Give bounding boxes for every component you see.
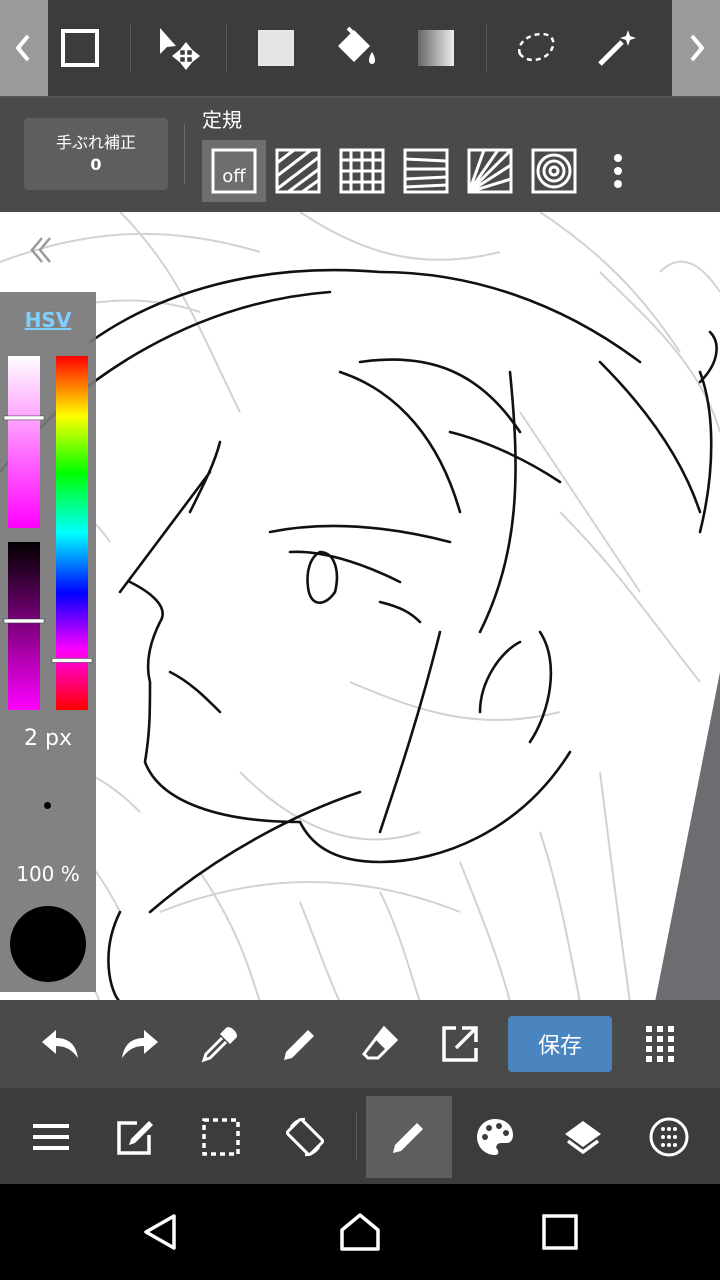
chevron-left-icon: [15, 34, 30, 62]
toolbar-scroll-right-button[interactable]: [672, 0, 720, 96]
move-tool[interactable]: [140, 0, 220, 96]
bucket-tool[interactable]: [316, 0, 396, 96]
fill-rectangle-tool[interactable]: [236, 0, 316, 96]
undo-icon: [42, 1030, 78, 1058]
grid-ruler-icon: [339, 148, 385, 194]
brush-opacity-label[interactable]: 100 %: [0, 862, 96, 886]
toolbar-divider: [226, 24, 227, 72]
toolbar-divider: [130, 24, 131, 72]
concentric-ruler-button[interactable]: [522, 140, 586, 202]
concentric-ruler-icon: [531, 148, 577, 194]
lasso-tool[interactable]: [496, 0, 576, 96]
more-vertical-icon: [614, 154, 622, 188]
rotate-button[interactable]: [262, 1096, 348, 1178]
canvas-collapse-arrow[interactable]: [26, 234, 54, 270]
parallel-ruler-button[interactable]: [266, 140, 330, 202]
edit-button[interactable]: [92, 1096, 178, 1178]
export-icon: [442, 1026, 478, 1062]
material-icon: [649, 1117, 689, 1157]
perspective-ruler-button[interactable]: [394, 140, 458, 202]
radial-ruler-button[interactable]: [458, 140, 522, 202]
save-button[interactable]: 保存: [508, 1016, 612, 1072]
nav-recents-button[interactable]: [510, 1192, 610, 1272]
redo-button[interactable]: [100, 1004, 180, 1084]
parallel-ruler-icon: [275, 148, 321, 194]
ruler-off-label: off: [222, 166, 246, 187]
ruler-title: 定規: [202, 108, 242, 132]
ruler-divider: [184, 124, 185, 184]
ruler-off-button[interactable]: off: [202, 140, 266, 202]
off-icon: off: [211, 148, 257, 194]
export-button[interactable]: [420, 1004, 500, 1084]
nav-back-button[interactable]: [110, 1192, 210, 1272]
grid-menu-icon: [646, 1026, 674, 1062]
bucket-icon: [338, 26, 375, 64]
layers-button[interactable]: [540, 1096, 626, 1178]
main-bar-divider: [356, 1112, 357, 1160]
hsv-tab[interactable]: HSV: [0, 308, 96, 332]
brush-size-label[interactable]: 2 px: [0, 726, 96, 751]
double-chevron-left-icon: [30, 237, 51, 263]
back-triangle-icon: [144, 1214, 176, 1250]
selection-button[interactable]: [178, 1096, 264, 1178]
saturation-slider[interactable]: [8, 356, 40, 528]
eyedropper-button[interactable]: [180, 1004, 260, 1084]
home-icon: [340, 1213, 380, 1251]
magic-wand-icon: [598, 30, 636, 66]
selection-icon: [202, 1118, 240, 1156]
grid-ruler-button[interactable]: [330, 140, 394, 202]
redo-icon: [122, 1030, 158, 1058]
material-button[interactable]: [626, 1096, 712, 1178]
brush-size-preview: [44, 802, 51, 809]
stabilizer-label: 手ぶれ補正: [55, 133, 136, 152]
recents-square-icon: [542, 1214, 578, 1250]
saturation-handle[interactable]: [3, 415, 45, 421]
magic-wand-tool[interactable]: [576, 0, 656, 96]
drawing-canvas[interactable]: [0, 212, 720, 1002]
color-sliders: [3, 356, 93, 710]
hue-slider[interactable]: [56, 356, 88, 710]
stabilizer-button[interactable]: 手ぶれ補正 0: [24, 118, 168, 190]
gradient-tool[interactable]: [396, 0, 476, 96]
eraser-icon: [362, 1025, 399, 1060]
radial-ruler-icon: [467, 148, 513, 194]
move-icon: [160, 28, 201, 71]
pen-icon: [284, 1030, 314, 1060]
gradient-icon: [418, 30, 454, 66]
layers-icon: [565, 1121, 601, 1155]
perspective-ruler-icon: [403, 148, 449, 194]
palette-button[interactable]: [452, 1096, 538, 1178]
current-color-swatch[interactable]: [10, 906, 86, 982]
toolbar-divider: [486, 24, 487, 72]
eraser-button[interactable]: [340, 1004, 420, 1084]
rotate-icon: [285, 1117, 325, 1157]
nav-home-button[interactable]: [310, 1192, 410, 1272]
canvas-artwork: [0, 212, 720, 1002]
edit-icon: [117, 1121, 153, 1155]
menu-button[interactable]: [8, 1096, 94, 1178]
stabilizer-value: 0: [90, 155, 102, 174]
grid-menu-button[interactable]: [620, 1004, 700, 1084]
fill-rectangle-icon: [258, 30, 294, 66]
pen-button[interactable]: [260, 1004, 340, 1084]
palette-icon: [477, 1119, 513, 1155]
hue-handle[interactable]: [51, 658, 93, 663]
chevron-right-icon: [690, 34, 705, 62]
undo-button[interactable]: [20, 1004, 100, 1084]
ruler-more-button[interactable]: [586, 140, 650, 202]
eyedropper-icon: [201, 1027, 237, 1063]
rectangle-select-tool[interactable]: [40, 0, 120, 96]
brush-button[interactable]: [366, 1096, 452, 1178]
brightness-handle[interactable]: [3, 618, 45, 624]
menu-icon: [33, 1124, 69, 1150]
rectangle-select-icon: [61, 29, 99, 67]
lasso-icon: [517, 32, 555, 62]
brush-icon: [393, 1123, 423, 1153]
brightness-slider[interactable]: [8, 542, 40, 710]
